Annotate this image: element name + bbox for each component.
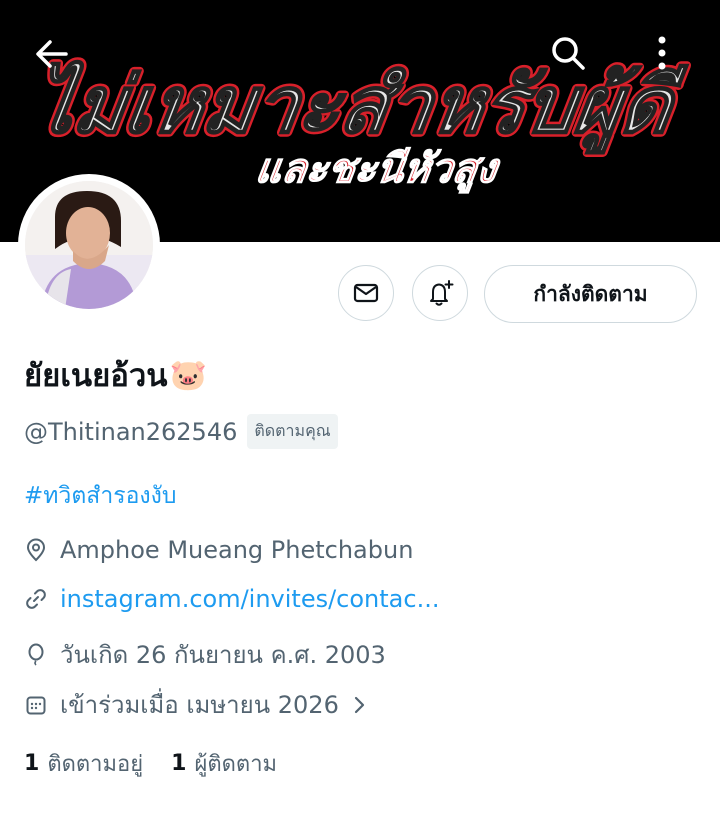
location-row: Amphoe Mueang Phetchabun [24,536,413,564]
avatar[interactable] [25,181,153,309]
calendar-icon [26,696,46,714]
arrow-left-icon [36,40,68,68]
user-handle: @Thitinan262546 [24,417,238,446]
link-row: instagram.com/invites/contac... [24,585,439,613]
notify-button[interactable] [412,265,468,321]
location-text: Amphoe Mueang Phetchabun [60,536,414,564]
envelope-icon [353,283,379,303]
follows-you-badge: ติดตามคุณ [247,414,338,449]
following-stat[interactable]: 1 ติดตามอยู่ [24,746,143,781]
link-icon [26,589,46,609]
joined-row[interactable]: เข้าร่วมเมื่อ เมษายน 2026 [24,685,367,724]
search-button[interactable] [543,28,593,78]
balloon-icon [28,643,44,666]
followers-stat[interactable]: 1 ผู้ติดตาม [171,746,277,781]
display-name-text: ยัยเนยอ้วน [24,358,168,394]
followers-label: ผู้ติดตาม [194,752,278,777]
location-pin-icon [26,538,46,562]
avatar-frame[interactable] [18,174,160,316]
handle-row: @Thitinan262546 ติดตามคุณ [24,414,338,449]
bell-plus-icon [430,280,454,306]
joined-text: เข้าร่วมเมื่อ เมษายน 2026 [60,691,339,719]
display-name: ยัยเนยอ้วน 🐷 [24,350,207,400]
follow-stats: 1 ติดตามอยู่ 1 ผู้ติดตาม [24,746,305,781]
search-icon [552,37,585,70]
more-vertical-icon [658,36,666,70]
website-link[interactable]: instagram.com/invites/contac... [60,585,439,613]
followers-count: 1 [171,751,187,776]
birthday-text: วันเกิด 26 กันยายน ค.ศ. 2003 [60,641,386,669]
avatar-image [25,181,153,309]
more-options-button[interactable] [642,28,682,78]
bio-hashtag-link[interactable]: #ทวิตสำรองงับ [24,478,176,514]
back-button[interactable] [28,30,78,80]
birthday-row: วันเกิด 26 กันยายน ค.ศ. 2003 [24,635,386,674]
banner-subline: และชะนีหัวสูง [253,146,504,194]
following-count: 1 [24,751,40,776]
message-button[interactable] [338,265,394,321]
chevron-right-icon [354,696,364,713]
pig-emoji: 🐷 [169,357,207,393]
following-button[interactable]: กำลังติดตาม [484,265,697,323]
following-label: ติดตามอยู่ [47,752,144,777]
